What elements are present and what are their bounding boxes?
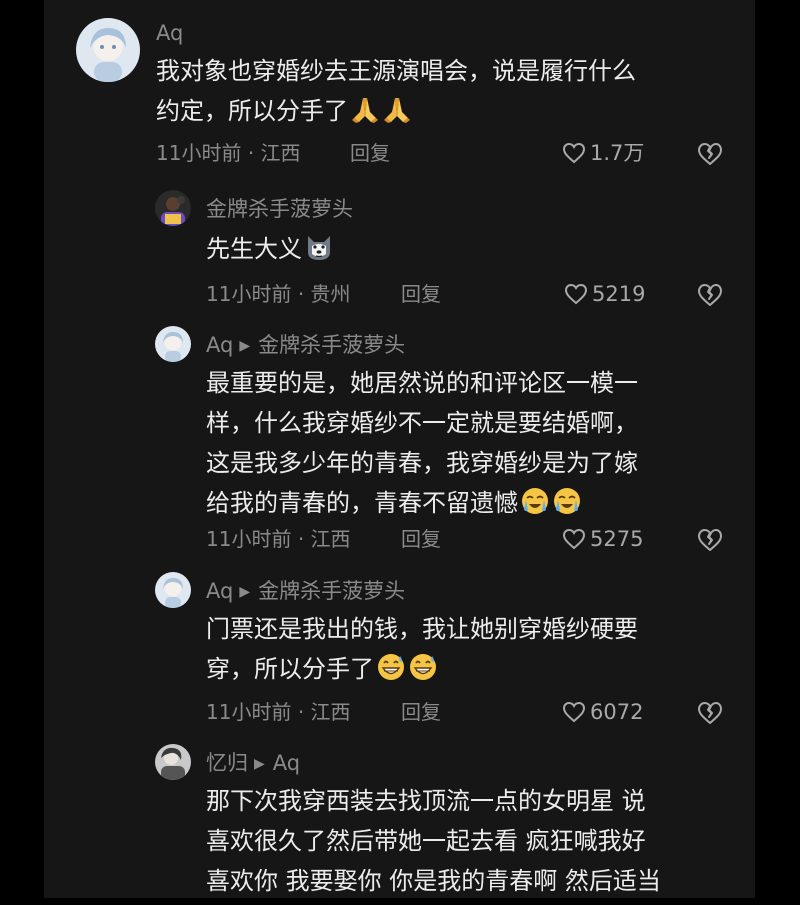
comment-text-line: 喜欢你 我要娶你 你是我的青春啊 然后适当 bbox=[206, 867, 661, 895]
dislike-button[interactable] bbox=[697, 528, 723, 552]
comment-meta: 11小时前 · 江西 bbox=[206, 699, 351, 725]
reply-button[interactable]: 回复 bbox=[401, 526, 441, 552]
comment-text-line-with-emoji: 先生大义 bbox=[206, 229, 334, 269]
comment-text-line-with-emoji: 约定，所以分手了 bbox=[156, 91, 636, 131]
comment-text-line: 我对象也穿婚纱去王源演唱会，说是履行什么 bbox=[156, 57, 636, 85]
comment-username[interactable]: 金牌杀手菠萝头 bbox=[206, 196, 353, 222]
comment-location: 江西 bbox=[260, 141, 301, 165]
heart-icon bbox=[562, 528, 586, 550]
broken-heart-icon bbox=[698, 702, 722, 724]
comment-username-link[interactable]: Aq bbox=[206, 333, 233, 357]
comment-text: 那下次我穿西装去找顶流一点的女明星 说 喜欢很久了然后带她一起去看 疯狂喊我好 … bbox=[206, 781, 661, 898]
avatar[interactable] bbox=[155, 572, 191, 608]
like-count: 5219 bbox=[592, 282, 646, 306]
pray-emoji bbox=[382, 94, 412, 124]
comment-text: 最重要的是，她居然说的和评论区一模一 样，什么我穿婚纱不一定就是要结婚啊， 这是… bbox=[206, 363, 638, 523]
avatar[interactable] bbox=[155, 744, 191, 780]
comment-time: 11小时前 bbox=[206, 700, 292, 724]
comment-text: 门票还是我出的钱，我让她别穿婚纱硬要 穿，所以分手了 bbox=[206, 609, 638, 689]
comment-username-link[interactable]: Aq bbox=[206, 579, 233, 603]
comment-section: Aq 我对象也穿婚纱去王源演唱会，说是履行什么 约定，所以分手了 11小时前 ·… bbox=[44, 0, 755, 898]
heart-icon bbox=[564, 283, 588, 305]
comment-username: Aq ▶ 金牌杀手菠萝头 bbox=[206, 332, 405, 359]
dislike-button[interactable] bbox=[697, 283, 723, 307]
comment-text-line: 喜欢很久了然后带她一起去看 疯狂喊我好 bbox=[206, 827, 646, 855]
meta-separator: · bbox=[247, 141, 255, 165]
reply-to-username[interactable]: 金牌杀手菠萝头 bbox=[258, 333, 405, 357]
broken-heart-icon bbox=[698, 529, 722, 551]
crying-emoji bbox=[520, 486, 550, 516]
comment-username-link[interactable]: 忆归 bbox=[206, 751, 248, 775]
crying-emoji bbox=[552, 486, 582, 516]
comment-text-line-with-emoji: 穿，所以分手了 bbox=[206, 649, 638, 689]
heart-icon bbox=[562, 701, 586, 723]
reply-arrow-icon: ▶ bbox=[239, 338, 251, 354]
avatar[interactable] bbox=[155, 190, 191, 226]
comment-meta: 11小时前 · 江西 bbox=[206, 526, 351, 552]
comment-text: 我对象也穿婚纱去王源演唱会，说是履行什么 约定，所以分手了 bbox=[156, 51, 636, 131]
comment-meta: 11小时前 · 江西 bbox=[156, 140, 301, 166]
comment-text: 先生大义 bbox=[206, 229, 334, 269]
comment-location: 江西 bbox=[310, 527, 351, 551]
comment-text-line-with-emoji: 给我的青春的，青春不留遗憾 bbox=[206, 483, 638, 523]
like-count: 6072 bbox=[590, 700, 644, 724]
meta-separator: · bbox=[297, 282, 305, 306]
comment-text-line: 最重要的是，她居然说的和评论区一模一 bbox=[206, 369, 638, 397]
comment-text-line: 那下次我穿西装去找顶流一点的女明星 说 bbox=[206, 787, 646, 815]
comment-text-line: 给我的青春的，青春不留遗憾 bbox=[206, 489, 518, 517]
pray-emoji bbox=[350, 94, 380, 124]
comment-time: 11小时前 bbox=[206, 527, 292, 551]
meta-separator: · bbox=[297, 527, 305, 551]
like-count: 1.7万 bbox=[590, 141, 645, 165]
comment-text-line: 样，什么我穿婚纱不一定就是要结婚啊， bbox=[206, 409, 638, 437]
comment-time: 11小时前 bbox=[156, 141, 242, 165]
like-button[interactable]: 5219 bbox=[564, 281, 645, 307]
comment-time: 11小时前 bbox=[206, 282, 292, 306]
dislike-button[interactable] bbox=[697, 142, 723, 166]
comment-meta: 11小时前 · 贵州 bbox=[206, 281, 351, 307]
broken-heart-icon bbox=[698, 143, 722, 165]
comment-text-line: 门票还是我出的钱，我让她别穿婚纱硬要 bbox=[206, 615, 638, 643]
avatar[interactable] bbox=[76, 18, 140, 82]
like-button[interactable]: 5275 bbox=[562, 526, 643, 552]
heart-icon bbox=[562, 142, 586, 164]
reply-to-username[interactable]: 金牌杀手菠萝头 bbox=[258, 579, 405, 603]
reply-button[interactable]: 回复 bbox=[401, 699, 441, 725]
comment-username[interactable]: Aq bbox=[156, 20, 183, 46]
comment-text-line: 先生大义 bbox=[206, 235, 302, 263]
avatar[interactable] bbox=[155, 326, 191, 362]
meta-separator: · bbox=[297, 700, 305, 724]
grin-sweat-emoji bbox=[408, 652, 438, 682]
broken-heart-icon bbox=[698, 284, 722, 306]
comment-text-line: 这是我多少年的青春，我穿婚纱是为了嫁 bbox=[206, 449, 638, 477]
reply-to-username[interactable]: Aq bbox=[273, 751, 300, 775]
like-button[interactable]: 1.7万 bbox=[562, 140, 644, 166]
like-button[interactable]: 6072 bbox=[562, 699, 643, 725]
dislike-button[interactable] bbox=[697, 701, 723, 725]
reply-button[interactable]: 回复 bbox=[350, 140, 390, 166]
husky-emoji bbox=[304, 232, 334, 262]
comment-username: 忆归 ▶ Aq bbox=[206, 750, 300, 777]
comment-location: 江西 bbox=[310, 700, 351, 724]
grin-sweat-emoji bbox=[376, 652, 406, 682]
comment-text-line: 约定，所以分手了 bbox=[156, 97, 348, 125]
comment-location: 贵州 bbox=[310, 282, 351, 306]
comment-username: Aq ▶ 金牌杀手菠萝头 bbox=[206, 578, 405, 605]
reply-arrow-icon: ▶ bbox=[239, 584, 251, 600]
comment-text-line: 穿，所以分手了 bbox=[206, 655, 374, 683]
reply-arrow-icon: ▶ bbox=[254, 756, 265, 772]
reply-button[interactable]: 回复 bbox=[401, 281, 441, 307]
like-count: 5275 bbox=[590, 527, 644, 551]
